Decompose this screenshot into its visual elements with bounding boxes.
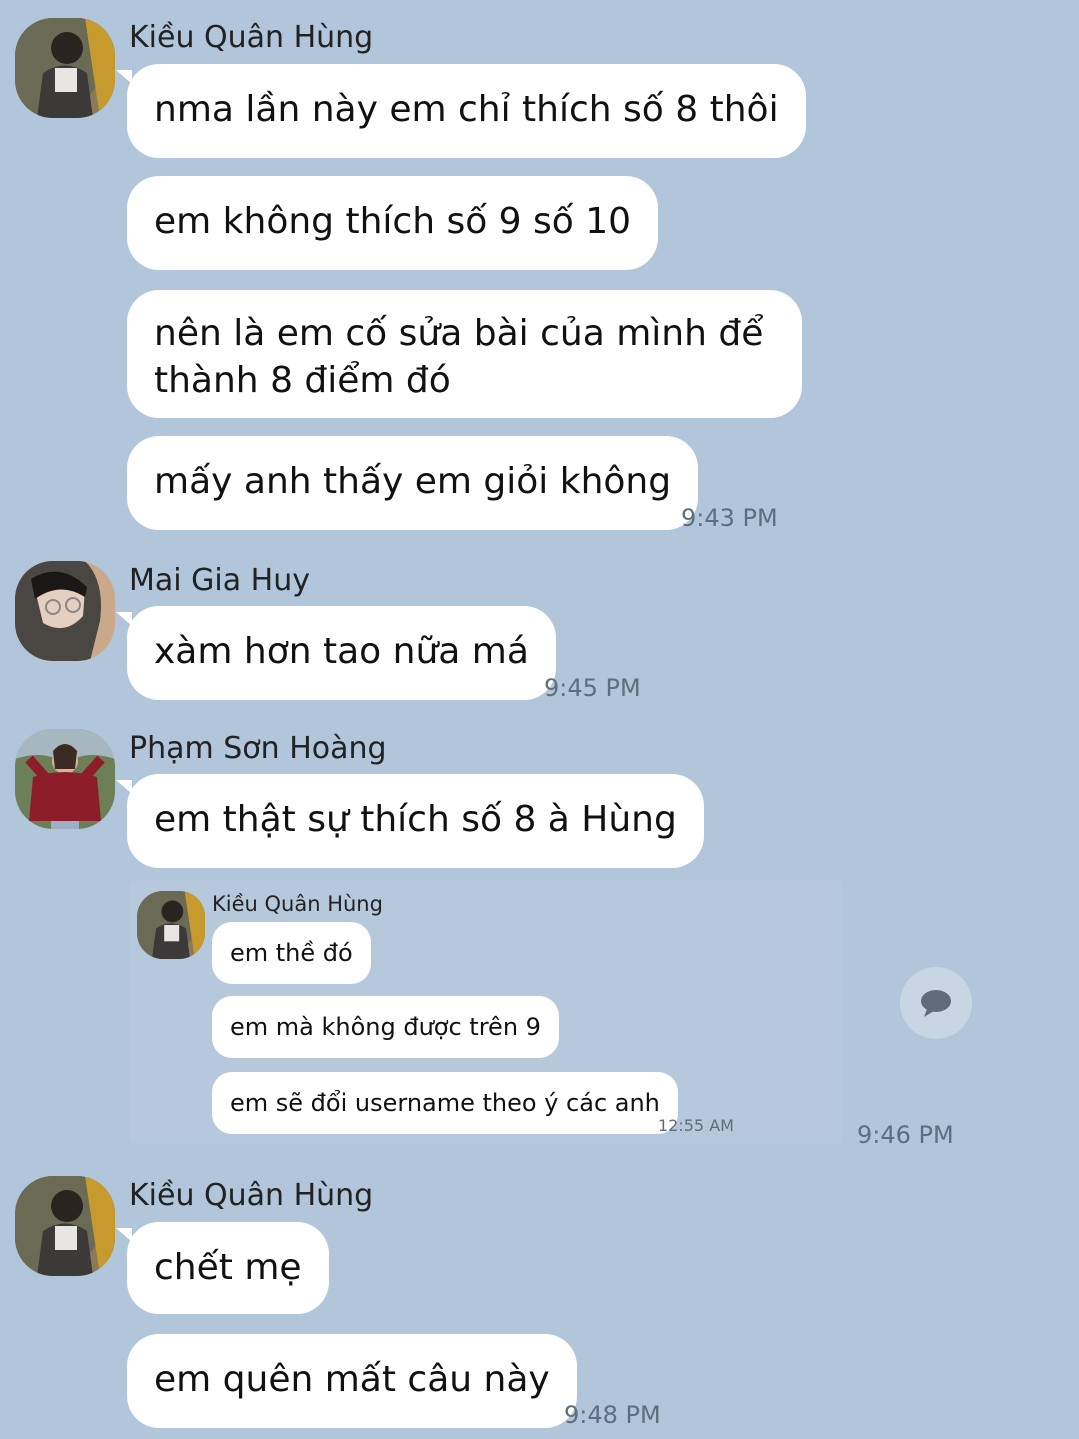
- message-bubble[interactable]: em thật sự thích số 8 à Hùng: [127, 774, 704, 868]
- quoted-message-bubble: em thề đó: [212, 922, 371, 984]
- avatar-kieu-quan-hung[interactable]: [15, 1176, 115, 1276]
- quoted-message-bubble: em sẽ đổi username theo ý các anh: [212, 1072, 678, 1134]
- sender-name: Mai Gia Huy: [129, 563, 310, 598]
- user-avatar-hung-icon: [137, 891, 205, 959]
- message-time: 9:48 PM: [564, 1401, 661, 1429]
- avatar-kieu-quan-hung[interactable]: [15, 18, 115, 118]
- quoted-message-bubble: em mà không được trên 9: [212, 996, 559, 1058]
- chat-bubble-icon: [921, 990, 951, 1017]
- sender-name: Kiều Quân Hùng: [129, 1178, 374, 1213]
- message-bubble[interactable]: mấy anh thấy em giỏi không: [127, 436, 699, 530]
- quoted-avatar: [137, 891, 205, 959]
- message-bubble[interactable]: nên là em cố sửa bài của mình để thành 8…: [127, 290, 802, 418]
- message-time: 9:43 PM: [681, 504, 778, 532]
- user-avatar-hoang-icon: [15, 729, 115, 829]
- message-time: 9:46 PM: [857, 1121, 954, 1149]
- message-bubble[interactable]: em quên mất câu này: [127, 1334, 577, 1428]
- message-bubble[interactable]: xàm hơn tao nữa má: [127, 606, 556, 700]
- user-avatar-hung-icon: [15, 18, 115, 118]
- avatar-mai-gia-huy[interactable]: [15, 561, 115, 661]
- user-avatar-hung-icon: [15, 1176, 115, 1276]
- user-avatar-huy-icon: [15, 561, 115, 661]
- sender-name: Kiều Quân Hùng: [129, 20, 374, 55]
- quoted-message-time: 12:55 AM: [658, 1116, 734, 1135]
- message-bubble[interactable]: chết mẹ: [127, 1222, 329, 1314]
- sender-name: Phạm Sơn Hoàng: [129, 731, 387, 766]
- avatar-pham-son-hoang[interactable]: [15, 729, 115, 829]
- message-time: 9:45 PM: [544, 674, 641, 702]
- quoted-sender-name: Kiều Quân Hùng: [212, 892, 383, 916]
- message-bubble[interactable]: nma lần này em chỉ thích số 8 thôi: [127, 64, 806, 158]
- message-bubble[interactable]: em không thích số 9 số 10: [127, 176, 659, 270]
- reply-button[interactable]: [900, 967, 972, 1039]
